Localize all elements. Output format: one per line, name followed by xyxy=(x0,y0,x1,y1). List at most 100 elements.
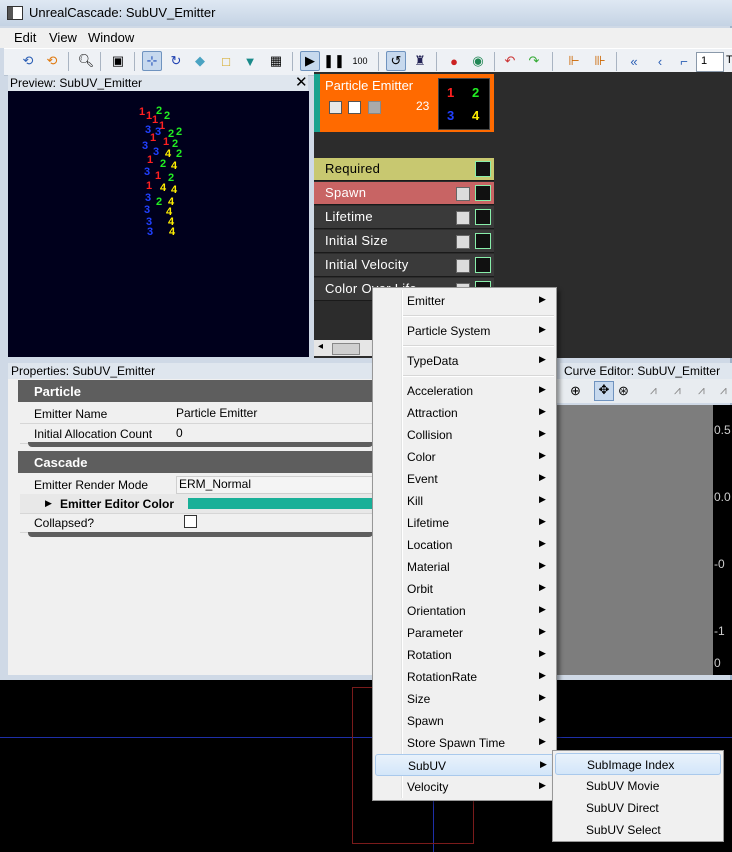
wireframe-icon[interactable]: □ xyxy=(216,51,236,71)
menu-item-rotationrate[interactable]: RotationRate ▶ xyxy=(375,666,554,688)
collapsed-checkbox[interactable] xyxy=(184,515,197,528)
curve-graph-icon[interactable] xyxy=(475,209,491,225)
orbit-icon[interactable]: ↻ xyxy=(166,51,186,71)
module-enable-checkbox[interactable] xyxy=(456,235,470,249)
menu-item-location[interactable]: Location ▶ xyxy=(375,534,554,556)
fit-vertical-icon[interactable]: ⊕ xyxy=(570,383,581,399)
module-row[interactable]: Initial Velocity xyxy=(314,254,494,277)
menu-item-attraction[interactable]: Attraction ▶ xyxy=(375,402,554,424)
menu-item-emitter[interactable]: Emitter ▶ xyxy=(375,290,554,312)
render-mode-dropdown[interactable]: ERM_Normal xyxy=(176,476,375,494)
title-bar[interactable]: UnrealCascade: SubUV_Emitter xyxy=(0,0,732,26)
property-row-emitter-name[interactable]: Emitter Name Particle Emitter xyxy=(20,404,372,424)
thumbnail-icon[interactable]: ▣ xyxy=(108,51,128,71)
menu-view[interactable]: View xyxy=(49,30,77,45)
module-row[interactable]: Required xyxy=(314,158,494,181)
preview-viewport[interactable]: 1 1 2 2 1 1 3 3 2 2 1 1 2 3 3 4 2 1 2 4 … xyxy=(8,91,309,357)
lod-lowest-icon[interactable]: « xyxy=(624,51,644,71)
submenu-item-subimage-index[interactable]: SubImage Index xyxy=(555,753,721,775)
curve-graph-icon[interactable] xyxy=(475,161,491,177)
restart-level-icon[interactable]: ⟲ xyxy=(42,51,62,71)
curve-graph-icon[interactable] xyxy=(475,257,491,273)
menu-item-subuv[interactable]: SubUV ▶ xyxy=(375,754,554,776)
module-row[interactable]: Lifetime xyxy=(314,206,494,229)
property-row-render-mode[interactable]: Emitter Render Mode ERM_Normal xyxy=(20,475,375,495)
menu-item-event[interactable]: Event ▶ xyxy=(375,468,554,490)
property-row-collapsed[interactable]: Collapsed? xyxy=(20,513,372,533)
editor-color-swatch[interactable] xyxy=(188,498,372,509)
submenu-item-subuv-direct[interactable]: SubUV Direct xyxy=(555,797,721,819)
module-row[interactable]: Spawn xyxy=(314,182,494,205)
menu-item-kill[interactable]: Kill ▶ xyxy=(375,490,554,512)
tangent-break-icon[interactable]: ⩘ xyxy=(720,383,727,398)
module-enable-checkbox[interactable] xyxy=(456,259,470,273)
lod-input[interactable]: 1 xyxy=(696,52,724,72)
menu-item-acceleration[interactable]: Acceleration ▶ xyxy=(375,380,554,402)
menu-item-orbit[interactable]: Orbit ▶ xyxy=(375,578,554,600)
menu-item-lifetime[interactable]: Lifetime ▶ xyxy=(375,512,554,534)
tangent-auto-icon[interactable]: ⩘ xyxy=(698,383,705,398)
tangent-flat-icon[interactable]: ⩘ xyxy=(674,383,681,398)
pause-icon[interactable]: ❚❚ xyxy=(323,51,345,71)
scrollbar-thumb[interactable] xyxy=(332,343,360,355)
submenu-item-subuv-movie[interactable]: SubUV Movie xyxy=(555,775,721,797)
menu-edit[interactable]: Edit xyxy=(14,30,36,45)
render-mode-icon[interactable] xyxy=(348,101,361,114)
submenu-arrow-icon: ▶ xyxy=(539,582,546,592)
realtime-icon[interactable]: ♜ xyxy=(410,51,430,71)
redo-icon[interactable]: ↷ xyxy=(524,51,544,71)
curve-graph-area[interactable] xyxy=(556,405,713,675)
restart-sim-icon[interactable]: ⟲ xyxy=(18,51,38,71)
zoom-icon[interactable]: ⊛ xyxy=(618,383,629,399)
play-icon[interactable]: ▶ xyxy=(300,51,320,71)
background-color-icon[interactable]: ▼ xyxy=(240,51,260,71)
grid-icon[interactable]: ▦ xyxy=(266,51,286,71)
expand-arrow-icon[interactable]: ▶ xyxy=(45,498,52,509)
submenu-item-subuv-select[interactable]: SubUV Select xyxy=(555,819,721,841)
category-cascade[interactable]: Cascade xyxy=(18,451,373,473)
lod-add-icon[interactable]: ⌐ xyxy=(674,51,694,71)
module-enable-checkbox[interactable] xyxy=(456,211,470,225)
menu-item-size[interactable]: Size ▶ xyxy=(375,688,554,710)
curve-editor-header: Curve Editor: SubUV_Emitter xyxy=(560,363,732,379)
lod-regen-icon[interactable]: ⊩ xyxy=(564,51,584,71)
menu-item-spawn[interactable]: Spawn ▶ xyxy=(375,710,554,732)
menu-window[interactable]: Window xyxy=(88,30,134,45)
menu-item-rotation[interactable]: Rotation ▶ xyxy=(375,644,554,666)
menu-item-velocity[interactable]: Velocity ▶ xyxy=(375,776,554,798)
menu-item-material[interactable]: Material ▶ xyxy=(375,556,554,578)
menu-item-store-spawn-time[interactable]: Store Spawn Time ▶ xyxy=(375,732,554,754)
bounds-icon[interactable]: ◆ xyxy=(190,51,210,71)
solo-icon[interactable] xyxy=(368,101,381,114)
property-row-editor-color[interactable]: ▶ Emitter Editor Color xyxy=(20,494,372,514)
menu-item-orientation[interactable]: Orientation ▶ xyxy=(375,600,554,622)
module-enable-checkbox[interactable] xyxy=(456,187,470,201)
category-particle[interactable]: Particle xyxy=(18,380,373,402)
lod-regen-dup-icon[interactable]: ⊪ xyxy=(590,51,610,71)
tangent-icon[interactable]: ⩘ xyxy=(650,383,657,398)
property-row-initial-allocation[interactable]: Initial Allocation Count 0 xyxy=(20,424,372,444)
close-icon[interactable]: ✕ xyxy=(295,73,308,91)
curve-graph-icon[interactable] xyxy=(475,233,491,249)
rate-label[interactable]: 100 xyxy=(348,51,372,71)
menu-item-collision[interactable]: Collision ▶ xyxy=(375,424,554,446)
lod-value: 1 xyxy=(701,55,708,67)
emitter-enable-checkbox[interactable] xyxy=(329,101,342,114)
emitter-header[interactable]: Particle Emitter 23 1 2 3 4 xyxy=(320,74,494,132)
emitter-scrollbar[interactable]: ◂ xyxy=(314,340,376,356)
find-icon[interactable]: 🔍︎ xyxy=(76,51,96,71)
lod-lower-icon[interactable]: ‹ xyxy=(650,51,670,71)
axes-icon[interactable]: ⊹ xyxy=(142,51,162,71)
submenu-arrow-icon: ▶ xyxy=(539,780,546,790)
module-row[interactable]: Initial Size xyxy=(314,230,494,253)
pan-icon[interactable]: ✥ xyxy=(594,381,614,401)
menu-item-color[interactable]: Color ▶ xyxy=(375,446,554,468)
curve-graph-icon[interactable] xyxy=(475,185,491,201)
background-sphere-icon[interactable]: ◉ xyxy=(468,51,488,71)
loop-icon[interactable]: ↺ xyxy=(386,51,406,71)
menu-item-particle-system[interactable]: Particle System ▶ xyxy=(375,320,554,342)
menu-item-parameter[interactable]: Parameter ▶ xyxy=(375,622,554,644)
color-channels-icon[interactable]: ● xyxy=(444,51,464,71)
undo-icon[interactable]: ↶ xyxy=(500,51,520,71)
menu-item-typedata[interactable]: TypeData ▶ xyxy=(375,350,554,372)
